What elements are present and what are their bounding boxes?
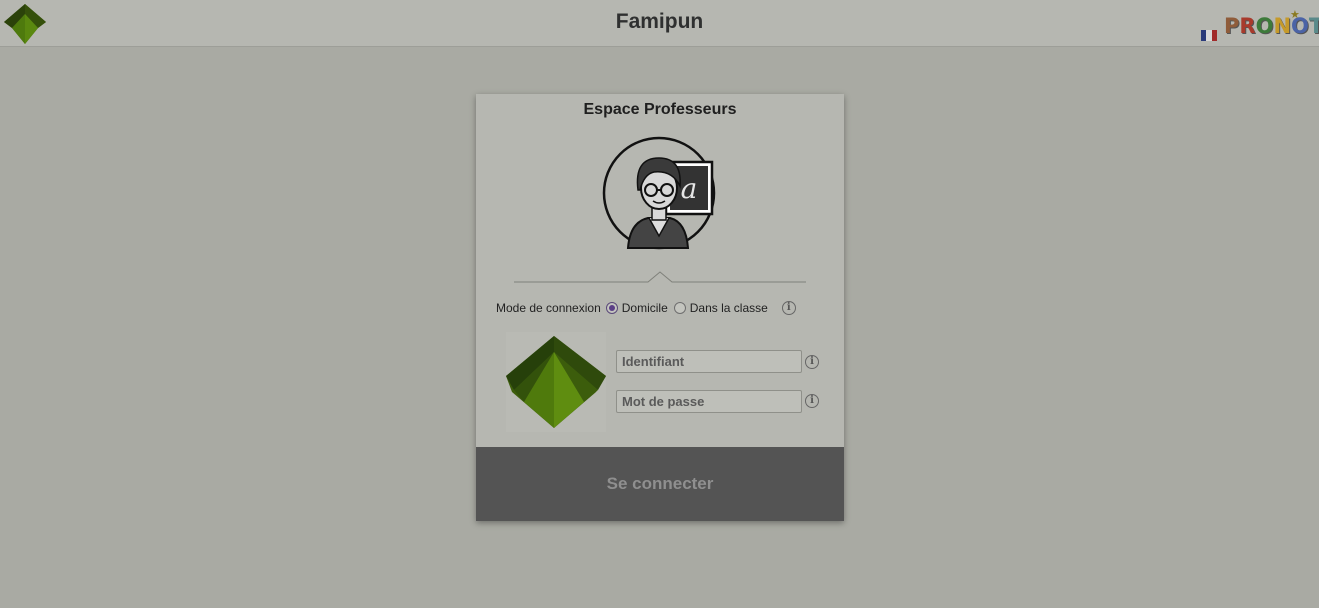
connect-button[interactable]: Se connecter bbox=[476, 447, 844, 521]
pronote-letter: P bbox=[1224, 14, 1240, 38]
pronote-letter: N bbox=[1273, 14, 1292, 38]
login-card: Espace Professeurs a Mode de connexion D… bbox=[476, 94, 844, 521]
username-info-icon[interactable]: i bbox=[805, 355, 819, 369]
radio-dans-la-classe[interactable] bbox=[673, 302, 686, 314]
svg-text:a: a bbox=[681, 172, 698, 205]
school-arrow-logo-icon bbox=[506, 332, 606, 432]
radio-dans-la-classe-label[interactable]: Dans la classe bbox=[690, 301, 768, 315]
connection-mode-label: Mode de connexion bbox=[496, 301, 601, 315]
connection-mode-row: Mode de connexion Domicile Dans la class… bbox=[496, 299, 796, 317]
card-title: Espace Professeurs bbox=[583, 101, 737, 118]
password-info-icon[interactable]: i bbox=[805, 394, 819, 408]
pronote-letter: O bbox=[1255, 14, 1274, 38]
pronote-logo[interactable]: PRONOTE bbox=[1224, 14, 1319, 38]
star-icon: ★ bbox=[1290, 9, 1300, 21]
pronote-letter: T bbox=[1308, 14, 1319, 38]
password-field[interactable] bbox=[616, 390, 802, 413]
teacher-avatar-icon: a bbox=[602, 136, 716, 250]
username-field[interactable] bbox=[616, 350, 802, 373]
french-flag-icon[interactable] bbox=[1201, 30, 1217, 41]
radio-domicile-label[interactable]: Domicile bbox=[622, 301, 668, 315]
section-divider bbox=[514, 271, 806, 283]
top-bar: Famipun PRONOTE ★ bbox=[0, 0, 1319, 47]
app-title: Famipun bbox=[615, 10, 704, 33]
connection-mode-info-icon[interactable]: i bbox=[781, 301, 796, 315]
radio-domicile[interactable] bbox=[605, 302, 618, 314]
pronote-letter: R bbox=[1239, 14, 1256, 38]
